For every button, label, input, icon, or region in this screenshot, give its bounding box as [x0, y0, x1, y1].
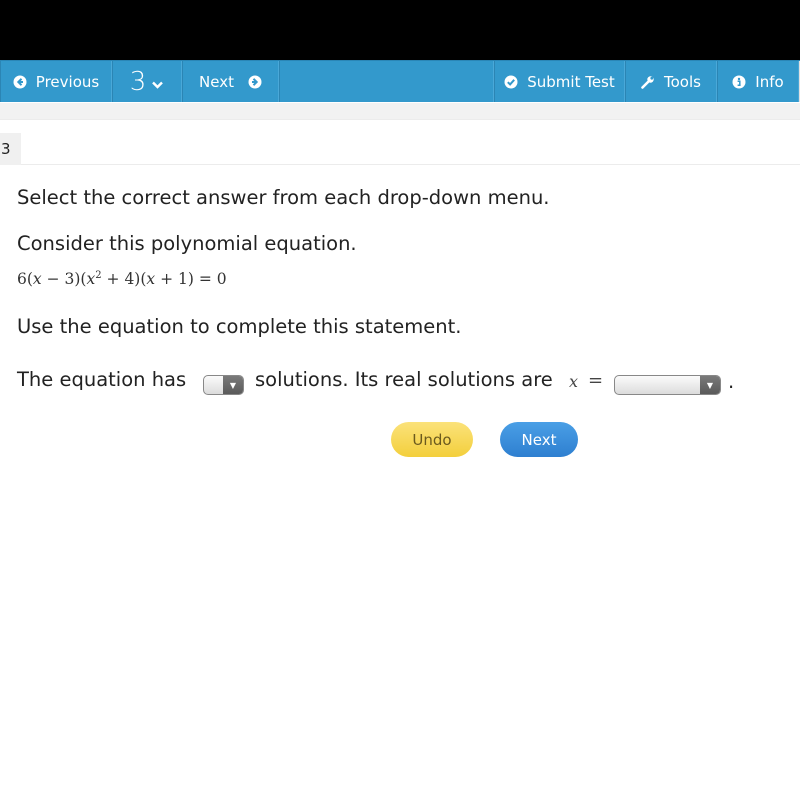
- arrow-left-circle-icon: [13, 75, 27, 89]
- statement-period: .: [728, 370, 735, 393]
- previous-button[interactable]: Previous: [0, 61, 112, 102]
- info-circle-icon: [732, 75, 746, 89]
- variable-x: x: [569, 372, 579, 391]
- next-question-button[interactable]: Next: [182, 61, 279, 102]
- task-text: Use the equation to complete this statem…: [17, 315, 462, 338]
- statement-part2: solutions. Its real solutions are: [255, 368, 553, 391]
- tools-button[interactable]: Tools: [625, 61, 717, 102]
- wrench-icon: [641, 75, 655, 89]
- previous-label: Previous: [35, 72, 100, 91]
- test-toolbar: Previous 3 Next Submit Test Tools Info: [0, 60, 800, 102]
- question-header-divider: [21, 164, 800, 165]
- next-button[interactable]: Next: [500, 422, 578, 457]
- undo-button[interactable]: Undo: [391, 422, 473, 457]
- top-black-bar: [0, 0, 800, 60]
- info-label: Info: [755, 72, 784, 91]
- prompt-text: Consider this polynomial equation.: [17, 232, 357, 255]
- submit-test-button[interactable]: Submit Test: [494, 61, 625, 102]
- statement-part1: The equation has: [17, 368, 187, 391]
- instruction-text: Select the correct answer from each drop…: [17, 186, 550, 209]
- dropdown-arrow-icon: ▼: [700, 376, 720, 394]
- dropdown-arrow-icon: ▼: [223, 376, 243, 394]
- toolbar-spacer: [279, 61, 494, 102]
- arrow-right-circle-icon: [248, 75, 262, 89]
- check-circle-icon: [504, 75, 518, 89]
- real-solutions-dropdown[interactable]: ▼: [614, 375, 721, 395]
- tools-label: Tools: [664, 72, 701, 91]
- info-button[interactable]: Info: [717, 61, 799, 102]
- solutions-count-dropdown[interactable]: ▼: [203, 375, 244, 395]
- equals-sign: =: [588, 370, 604, 391]
- question-selector[interactable]: 3: [112, 61, 182, 102]
- question-number: 3: [129, 66, 147, 97]
- next-label: Next: [199, 72, 234, 91]
- sub-toolbar-strip: [0, 103, 800, 120]
- submit-label: Submit Test: [527, 72, 615, 91]
- question-number-tab: 3: [0, 133, 21, 165]
- polynomial-equation: 6(x − 3)(x2 + 4)(x + 1) = 0: [17, 270, 227, 288]
- chevron-down-icon: [150, 78, 164, 92]
